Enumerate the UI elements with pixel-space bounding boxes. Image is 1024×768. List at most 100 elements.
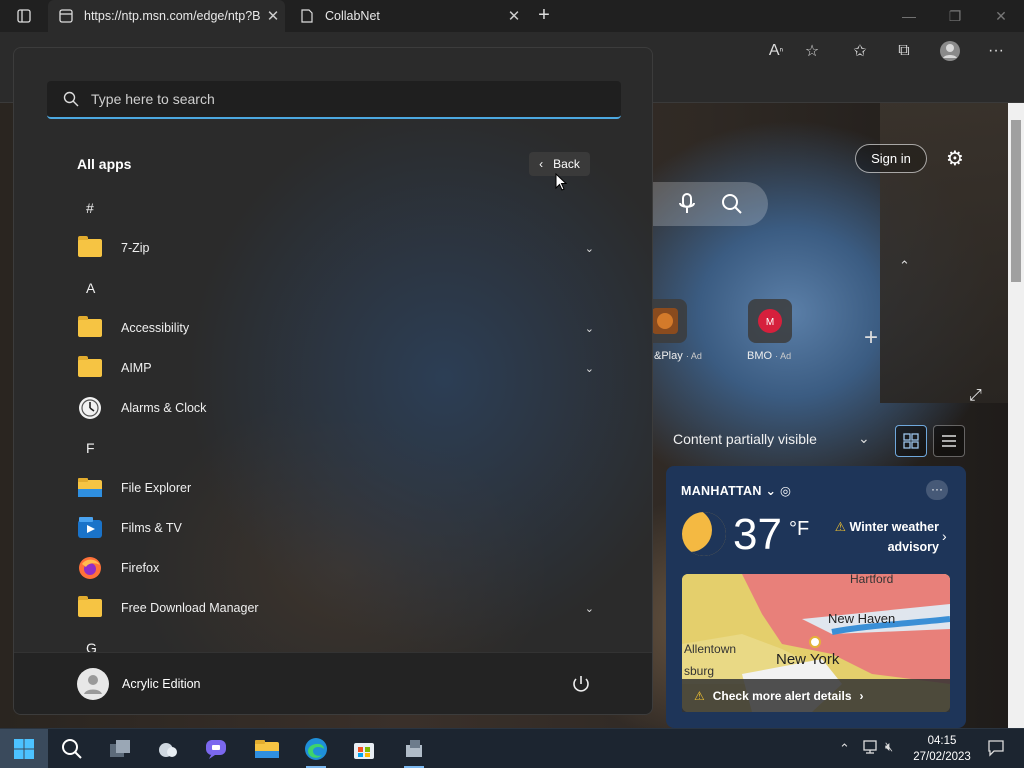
mouse-cursor-icon (555, 172, 568, 191)
weather-card[interactable]: MANHATTAN ⌄ ◎ ··· 37 °F ⚠ Winter weather… (666, 466, 966, 728)
chevron-down-icon[interactable]: ⌄ (585, 242, 594, 255)
restore-button[interactable]: ❐ (932, 0, 978, 32)
chevron-down-icon[interactable]: ⌄ (858, 430, 870, 447)
app-item-file-explorer[interactable]: File Explorer (64, 470, 604, 506)
bmo-icon: M (758, 309, 782, 333)
expand-icon[interactable]: ⤢ (969, 387, 982, 405)
close-tab-icon[interactable]: ✕ (502, 7, 526, 25)
package-icon (406, 740, 422, 757)
game-icon (652, 308, 678, 334)
chevron-down-icon[interactable]: ⌄ (585, 322, 594, 335)
settings-more-icon[interactable]: ··· (980, 36, 1012, 66)
tab-actions-icon[interactable] (8, 1, 40, 31)
tab-title: https://ntp.msn.com/edge/ntp?B (84, 9, 261, 23)
globe-icon: ◎ (780, 484, 792, 498)
file-explorer-icon (77, 475, 103, 501)
clock-icon (77, 395, 103, 421)
letter-header[interactable]: # (86, 200, 94, 216)
document-icon (299, 8, 315, 24)
letter-header[interactable]: A (86, 280, 95, 296)
chevron-up-icon[interactable]: ⌃ (899, 258, 910, 274)
tab-msn[interactable]: https://ntp.msn.com/edge/ntp?B ✕ (48, 0, 285, 32)
weather-temperature: 37 (733, 510, 782, 559)
store-taskbar-button[interactable] (340, 729, 388, 768)
films-tv-icon (77, 515, 103, 541)
search-icon (62, 739, 82, 759)
taskbar-clock[interactable]: 04:15 27/02/2023 (905, 733, 979, 765)
widgets-button[interactable] (144, 729, 192, 768)
add-favorite-icon[interactable]: ☆ (796, 36, 828, 66)
volume-muted-icon[interactable]: 🔇︎ (885, 739, 893, 755)
app-item-free-download-manager[interactable]: Free Download Manager ⌄ (64, 590, 604, 626)
quick-link-label: BMO · Ad (747, 350, 792, 362)
start-menu: All apps ‹ Back # 7-Zip ⌄ A Accessibilit… (13, 47, 653, 715)
task-view-button[interactable] (96, 729, 144, 768)
taskbar: ⌃ 🔇︎ 04:15 27/02/2023 (0, 728, 1024, 768)
web-search-box[interactable] (640, 182, 768, 226)
chevron-right-icon[interactable]: › (942, 528, 947, 544)
app-item-firefox[interactable]: Firefox (64, 550, 604, 586)
chevron-down-icon[interactable]: ⌄ (585, 362, 594, 375)
sign-in-button[interactable]: Sign in (855, 144, 927, 173)
search-icon[interactable] (720, 192, 744, 216)
grid-view-button[interactable] (895, 425, 927, 457)
edge-taskbar-button[interactable] (292, 729, 340, 768)
alert-details-link[interactable]: ⚠ Check more alert details › (682, 679, 950, 712)
search-input[interactable] (91, 91, 591, 107)
content-visibility-label[interactable]: Content partially visible (673, 431, 817, 447)
profile-icon[interactable] (934, 36, 966, 66)
start-button[interactable] (0, 729, 48, 768)
file-explorer-taskbar-button[interactable] (243, 729, 291, 768)
list-icon (942, 435, 956, 447)
network-icon[interactable] (862, 739, 880, 758)
close-window-button[interactable]: ✕ (978, 0, 1024, 32)
close-tab-icon[interactable]: ✕ (261, 7, 285, 25)
more-options-icon[interactable]: ··· (926, 480, 948, 500)
firefox-icon (77, 555, 103, 581)
weather-alert[interactable]: ⚠ Winter weather advisory (831, 517, 939, 557)
microphone-icon[interactable] (676, 192, 698, 216)
gear-icon[interactable]: ⚙ (943, 146, 967, 170)
notification-icon[interactable] (987, 739, 1005, 760)
svg-text:M: M (766, 317, 774, 328)
weather-location[interactable]: MANHATTAN ⌄ ◎ (681, 483, 791, 498)
add-site-icon[interactable]: + (864, 324, 878, 352)
show-hidden-icons-icon[interactable]: ⌃ (839, 741, 850, 757)
tab-collabnet[interactable]: CollabNet ✕ (289, 0, 526, 32)
folder-icon (77, 355, 103, 381)
power-icon[interactable] (570, 673, 592, 695)
page-icon (58, 8, 74, 24)
app-item-films-tv[interactable]: Films & TV (64, 510, 604, 546)
browser-tab-bar: https://ntp.msn.com/edge/ntp?B ✕ CollabN… (0, 0, 1024, 32)
start-menu-footer: Acrylic Edition (14, 652, 652, 714)
read-aloud-icon[interactable]: Aⁿ (760, 36, 792, 66)
file-explorer-icon (255, 740, 279, 758)
new-tab-button[interactable]: + (528, 0, 560, 30)
clock-date: 27/02/2023 (913, 751, 971, 763)
user-name[interactable]: Acrylic Edition (122, 677, 201, 691)
store-icon (354, 743, 374, 759)
weather-unit: °F (789, 518, 810, 540)
folder-icon (77, 235, 103, 261)
start-search-box[interactable] (47, 81, 621, 119)
quick-link-tile-bmo[interactable]: M (748, 299, 792, 343)
avatar[interactable] (77, 668, 109, 700)
app-item-7zip[interactable]: 7-Zip ⌄ (64, 230, 604, 266)
list-view-button[interactable] (933, 425, 965, 457)
grid-icon (903, 433, 919, 449)
collections-icon[interactable]: ⧉ (888, 36, 920, 66)
letter-header[interactable]: F (86, 440, 95, 456)
app-item-accessibility[interactable]: Accessibility ⌄ (64, 310, 604, 346)
edge-icon (305, 738, 327, 760)
teams-chat-button[interactable] (192, 729, 240, 768)
moon-icon (682, 512, 726, 556)
app-taskbar-button[interactable] (390, 729, 438, 768)
scrollbar-thumb[interactable] (1011, 120, 1021, 282)
app-item-alarms-clock[interactable]: Alarms & Clock (64, 390, 604, 426)
quick-link-label: &Play · Ad (654, 350, 702, 362)
favorites-icon[interactable]: ✩ (844, 36, 876, 66)
chevron-down-icon[interactable]: ⌄ (585, 602, 594, 615)
taskbar-search-button[interactable] (48, 729, 96, 768)
app-item-aimp[interactable]: AIMP ⌄ (64, 350, 604, 386)
minimize-button[interactable]: — (886, 0, 932, 32)
